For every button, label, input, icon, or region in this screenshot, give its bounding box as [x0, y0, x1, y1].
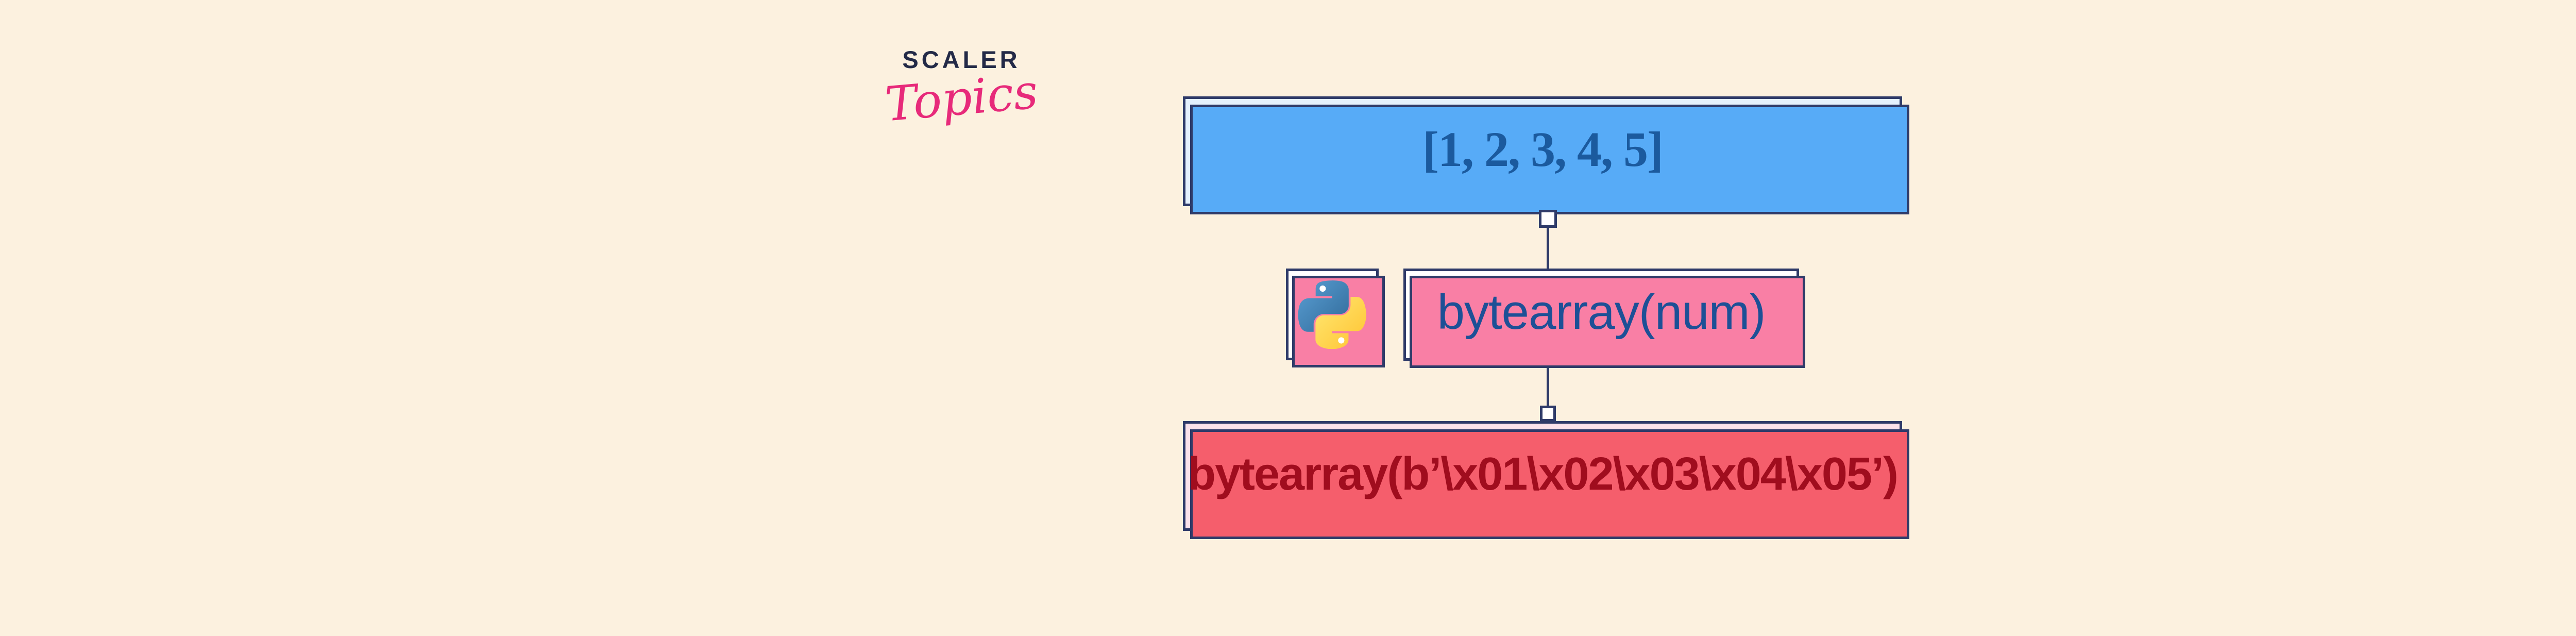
function-label: bytearray(num): [1437, 284, 1766, 346]
python-logo-icon: [1298, 280, 1367, 349]
input-list-label: [1, 2, 3, 4, 5]: [1422, 121, 1663, 182]
output-bytearray-label: bytearray(b’\x01\x02\x03\x04\x05’): [1188, 448, 1897, 504]
diagram-canvas: SCALER Topics [1, 2, 3, 4, 5]: [0, 0, 2576, 636]
connector-handle-bottom: [1540, 406, 1556, 422]
function-box: bytearray(num): [1403, 269, 1799, 361]
python-logo-box: [1286, 269, 1379, 360]
scaler-topics-logo: SCALER Topics: [885, 45, 1035, 122]
input-list-box: [1, 2, 3, 4, 5]: [1183, 96, 1902, 206]
connector-handle-top: [1539, 210, 1557, 228]
output-bytearray-box: bytearray(b’\x01\x02\x03\x04\x05’): [1183, 421, 1902, 531]
logo-sub-text: Topics: [884, 69, 1037, 129]
